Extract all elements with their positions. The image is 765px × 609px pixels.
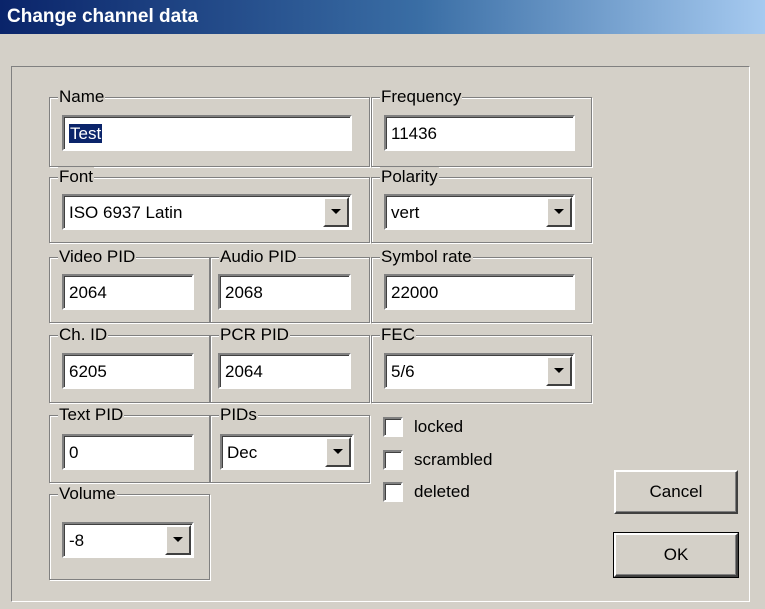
polarity-dropdown-arrow-icon[interactable]	[546, 197, 572, 227]
channel-id-value: 6205	[69, 362, 107, 381]
pids-group: PIDs Dec	[210, 405, 370, 483]
channel-id-label: Ch. ID	[58, 325, 109, 345]
volume-group: Volume -8	[49, 484, 210, 580]
scrambled-checkbox[interactable]	[383, 450, 403, 470]
name-label: Name	[58, 87, 106, 107]
audio-pid-group: Audio PID 2068	[210, 247, 370, 323]
locked-label[interactable]: locked	[414, 413, 463, 441]
locked-checkbox[interactable]	[383, 417, 403, 437]
title-bar: Change channel data	[0, 0, 765, 34]
polarity-label: Polarity	[380, 167, 439, 187]
frequency-input[interactable]: 11436	[384, 115, 575, 151]
text-pid-value: 0	[69, 443, 79, 462]
video-pid-group: Video PID 2064	[49, 247, 210, 323]
volume-dropdown-arrow-icon[interactable]	[165, 525, 191, 555]
frequency-value: 11436	[391, 124, 438, 143]
symbol-rate-label: Symbol rate	[380, 247, 473, 267]
video-pid-label: Video PID	[58, 247, 137, 267]
text-pid-group: Text PID 0	[49, 405, 210, 483]
pids-dropdown-arrow-icon[interactable]	[325, 437, 351, 467]
pids-label: PIDs	[219, 405, 258, 425]
symbol-rate-input[interactable]: 22000	[384, 274, 575, 310]
pids-value: Dec	[227, 443, 258, 462]
polarity-group: Polarity vert	[371, 167, 592, 243]
deleted-label[interactable]: deleted	[414, 478, 470, 506]
name-group: Name Test	[49, 87, 370, 167]
symbol-rate-group: Symbol rate 22000	[371, 247, 592, 323]
deleted-checkbox[interactable]	[383, 482, 403, 502]
font-group: Font ISO 6937 Latin	[49, 167, 370, 243]
fec-dropdown-arrow-icon[interactable]	[546, 356, 572, 386]
pids-select[interactable]: Dec	[220, 434, 354, 470]
font-select[interactable]: ISO 6937 Latin	[62, 194, 352, 230]
channel-id-group: Ch. ID 6205	[49, 325, 210, 403]
scrambled-label[interactable]: scrambled	[414, 446, 492, 474]
video-pid-value: 2064	[69, 283, 107, 302]
font-dropdown-arrow-icon[interactable]	[323, 197, 349, 227]
pcr-pid-group: PCR PID 2064	[210, 325, 370, 403]
name-value: Test	[69, 124, 103, 143]
audio-pid-label: Audio PID	[219, 247, 298, 267]
polarity-value: vert	[391, 203, 420, 222]
font-label: Font	[58, 167, 95, 187]
polarity-select[interactable]: vert	[384, 194, 575, 230]
frequency-group: Frequency 11436	[371, 87, 592, 167]
video-pid-input[interactable]: 2064	[62, 274, 194, 310]
text-pid-input[interactable]: 0	[62, 434, 194, 470]
cancel-button[interactable]: Cancel	[614, 470, 738, 514]
audio-pid-value: 2068	[225, 283, 263, 302]
frequency-label: Frequency	[380, 87, 463, 107]
audio-pid-input[interactable]: 2068	[218, 274, 351, 310]
font-value: ISO 6937 Latin	[69, 203, 183, 222]
fec-label: FEC	[380, 325, 416, 345]
volume-label: Volume	[58, 484, 117, 504]
channel-id-input[interactable]: 6205	[62, 353, 194, 389]
fec-value: 5/6	[391, 362, 415, 381]
ok-button[interactable]: OK	[613, 532, 739, 578]
text-pid-label: Text PID	[58, 405, 125, 425]
fec-group: FEC 5/6	[371, 325, 592, 403]
window-title: Change channel data	[7, 6, 199, 27]
volume-value: -8	[69, 531, 85, 550]
pcr-pid-input[interactable]: 2064	[218, 353, 351, 389]
pcr-pid-value: 2064	[225, 362, 263, 381]
name-input[interactable]: Test	[62, 115, 352, 151]
fec-select[interactable]: 5/6	[384, 353, 575, 389]
pcr-pid-label: PCR PID	[219, 325, 290, 345]
symbol-rate-value: 22000	[391, 283, 439, 302]
volume-select[interactable]: -8	[62, 522, 194, 558]
